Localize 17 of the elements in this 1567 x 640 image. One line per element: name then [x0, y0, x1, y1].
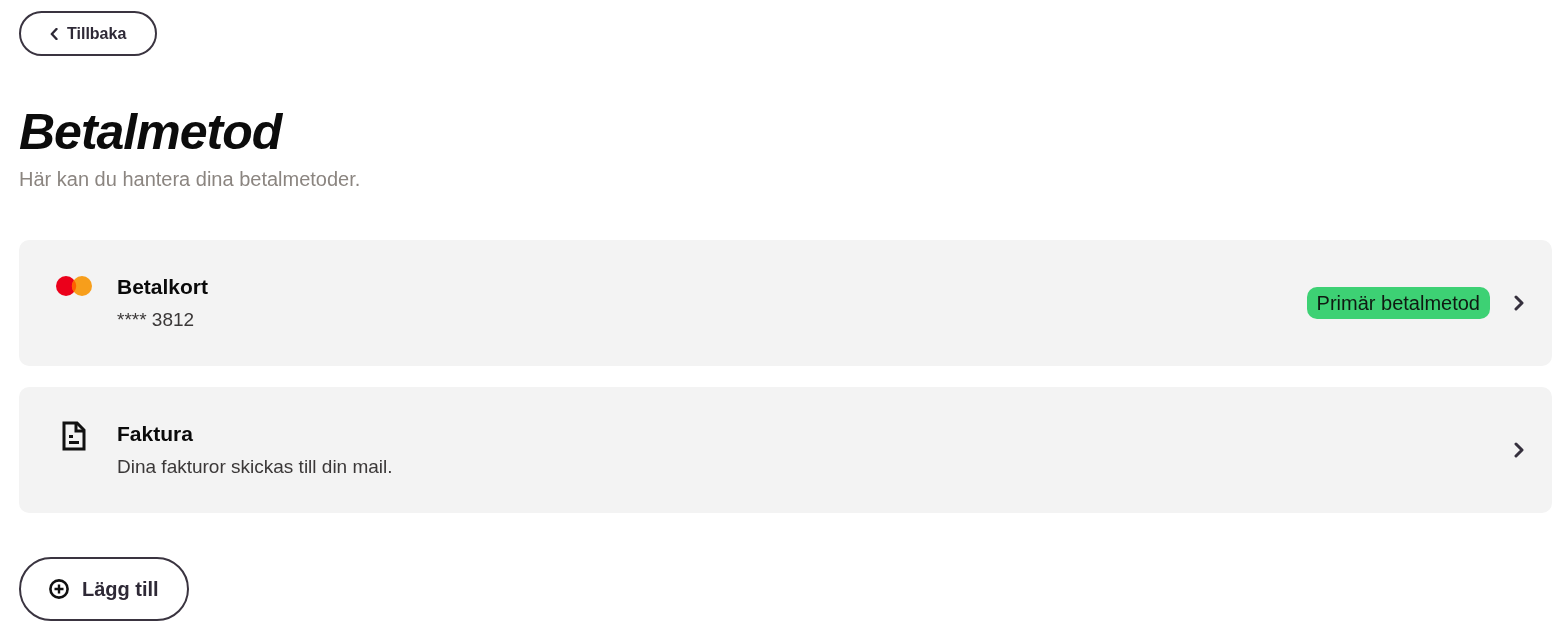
- chevron-right-icon: [1514, 442, 1524, 458]
- chevron-left-icon: [50, 27, 58, 40]
- back-button[interactable]: Tillbaka: [19, 11, 157, 56]
- page-subtitle: Här kan du hantera dina betalmetoder.: [19, 167, 361, 192]
- card-brand-icon: [56, 276, 92, 296]
- add-button[interactable]: Lägg till: [19, 557, 189, 621]
- payment-method-card[interactable]: Betalkort **** 3812 Primär betalmetod: [19, 240, 1552, 366]
- method-detail: Dina fakturor skickas till din mail.: [117, 455, 393, 479]
- primary-badge: Primär betalmetod: [1306, 287, 1490, 319]
- document-icon: [62, 421, 86, 451]
- payment-method-card[interactable]: Faktura Dina fakturor skickas till din mail.: [19, 387, 1552, 513]
- page-title: Betalmetod: [19, 104, 282, 160]
- method-detail: **** 3812: [117, 308, 195, 332]
- method-title: Betalkort: [117, 274, 209, 300]
- method-title: Faktura: [117, 421, 193, 447]
- chevron-right-icon: [1514, 295, 1524, 311]
- plus-circle-icon: [49, 579, 69, 599]
